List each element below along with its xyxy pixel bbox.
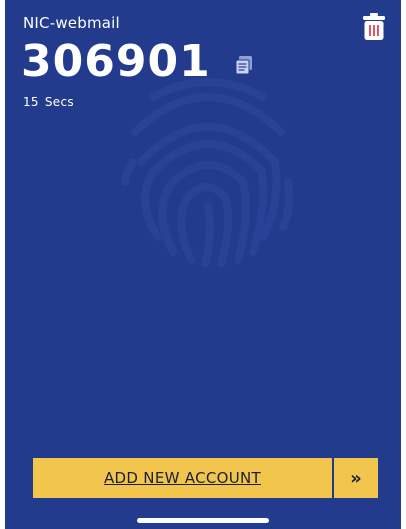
add-new-account-label: ADD NEW ACCOUNT [103,469,262,487]
app-screen: NIC-webmail 306901 15 Secs ADD NEW ACCOU… [5,0,401,529]
timer-value: 15 [23,95,39,109]
next-button[interactable]: » [334,458,378,498]
home-indicator[interactable] [137,518,269,523]
account-name: NIC-webmail [23,14,120,32]
timer-unit: Secs [44,95,74,109]
trash-icon [363,13,385,40]
fingerprint-icon [121,78,293,267]
double-chevron-right-icon: » [350,467,362,489]
countdown-timer: 15 Secs [23,95,80,109]
add-new-account-button[interactable]: ADD NEW ACCOUNT [33,458,332,498]
add-account-bar: ADD NEW ACCOUNT » [33,458,378,498]
delete-button[interactable] [361,12,387,42]
